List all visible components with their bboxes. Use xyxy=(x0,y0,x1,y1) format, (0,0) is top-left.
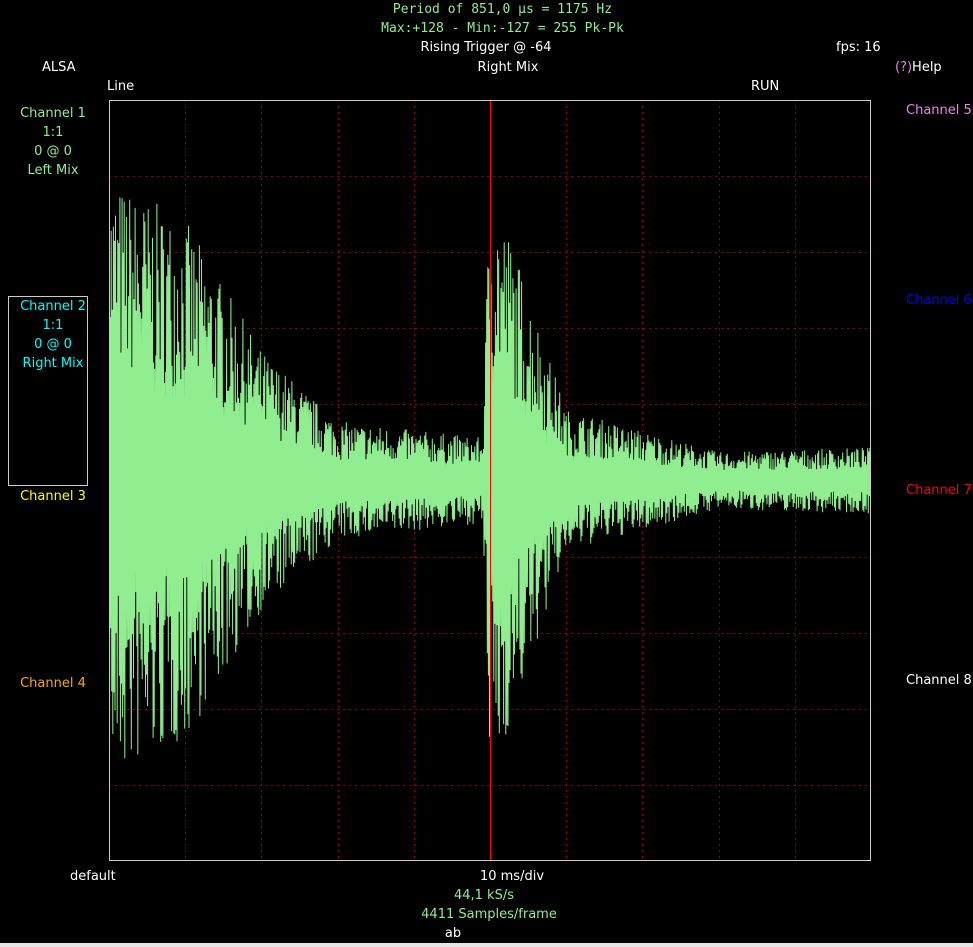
measurement-amplitude: Max:+128 - Min:-127 = 255 Pk-Pk xyxy=(381,21,624,36)
oscilloscope-display[interactable] xyxy=(109,100,871,861)
footer-extra-label: ab xyxy=(444,926,462,941)
channel-1-name: Channel 1 xyxy=(20,106,86,121)
fps-label: fps: 16 xyxy=(836,40,881,55)
channel-6-label[interactable]: Channel 6 xyxy=(906,293,972,308)
channel-2-panel[interactable]: Channel 2 1:1 0 @ 0 Right Mix xyxy=(8,297,98,373)
preset-button[interactable]: default xyxy=(70,869,116,884)
help-label: Help xyxy=(912,60,942,75)
channel-7-label[interactable]: Channel 7 xyxy=(906,483,972,498)
channel-4-label[interactable]: Channel 4 xyxy=(8,674,98,693)
input-source-button[interactable]: ALSA xyxy=(42,60,76,75)
timebase-label[interactable]: 10 ms/div xyxy=(412,869,612,884)
channel-8-label[interactable]: Channel 8 xyxy=(906,673,972,688)
measurement-period: Period of 851,0 µs = 1175 Hz xyxy=(392,2,613,17)
run-state-button[interactable]: RUN xyxy=(751,79,779,94)
channel-2-name: Channel 2 xyxy=(20,299,86,314)
trigger-label[interactable]: Rising Trigger @ -64 xyxy=(386,40,586,55)
channel-1-source: Left Mix xyxy=(27,163,79,178)
channel-2-scale: 1:1 xyxy=(42,318,64,333)
help-button[interactable]: (?)Help xyxy=(895,60,942,75)
channel-3-label[interactable]: Channel 3 xyxy=(8,487,98,506)
channel-2-source: Right Mix xyxy=(22,356,84,371)
channel-1-scale: 1:1 xyxy=(42,125,64,140)
channel-2-offset: 0 @ 0 xyxy=(34,337,72,352)
line-mode-button[interactable]: Line xyxy=(107,79,134,94)
channel-1-panel[interactable]: Channel 1 1:1 0 @ 0 Left Mix xyxy=(8,104,98,180)
channel-1-offset: 0 @ 0 xyxy=(34,144,72,159)
sample-rate-label: 44,1 kS/s xyxy=(453,888,514,903)
channel-5-label[interactable]: Channel 5 xyxy=(906,103,972,118)
bottom-strip xyxy=(0,943,973,947)
samples-per-frame-label: 4411 Samples/frame xyxy=(421,907,557,922)
channel-title[interactable]: Right Mix xyxy=(408,60,608,75)
